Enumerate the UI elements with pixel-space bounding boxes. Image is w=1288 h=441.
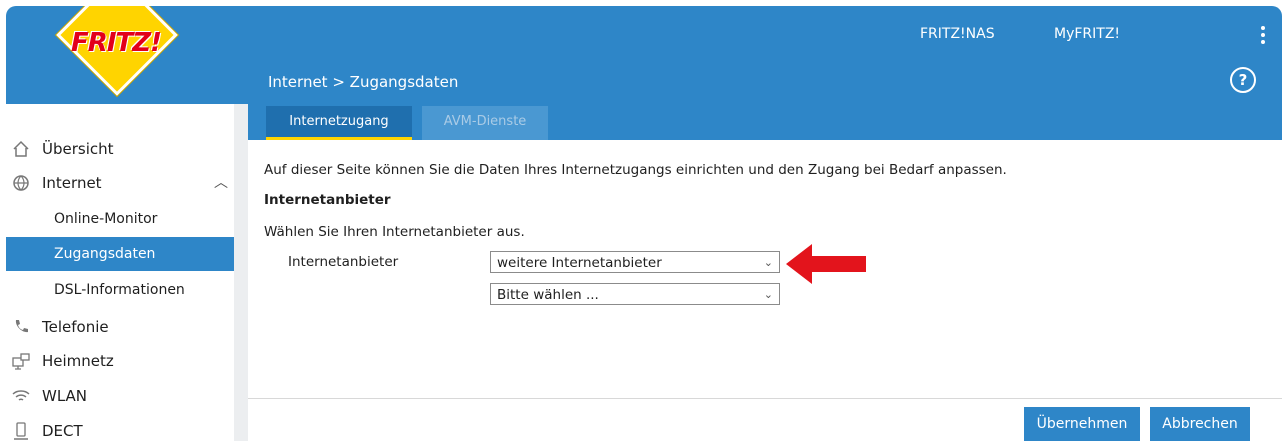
tab-avm-dienste[interactable]: AVM-Dienste [422,106,548,140]
sidebar-item-online-monitor[interactable]: Online-Monitor [6,202,234,236]
sidebar-item-label: Telefonie [42,318,109,336]
help-icon[interactable]: ? [1230,67,1256,93]
phone-icon [15,320,28,333]
divider [248,398,1282,399]
sidebar-item-label: Zugangsdaten [54,246,156,262]
section-title: Internetanbieter [264,192,391,208]
globe-icon [13,175,29,191]
dect-phone-icon [14,422,28,440]
more-menu-icon[interactable] [1260,26,1266,44]
sidebar-item-label: Übersicht [42,140,114,158]
home-icon [13,140,29,157]
tab-internetzugang[interactable]: Internetzugang [266,106,412,140]
content-header: Internet > Zugangsdaten ? Internetzugang… [248,58,1282,140]
chevron-down-icon: ⌄ [763,256,773,269]
network-icon [12,353,30,370]
sidebar-item-label: Heimnetz [42,352,114,370]
red-arrow-icon [786,244,866,284]
sidebar-item-label: DECT [42,422,83,440]
apply-button[interactable]: Übernehmen [1024,407,1140,441]
sub-provider-select[interactable]: Bitte wählen ... ⌄ [490,283,780,305]
sidebar-item-heimnetz[interactable]: Heimnetz [6,344,234,378]
provider-label: Internetanbieter [288,254,399,270]
sidebar-item-telefonie[interactable]: Telefonie [6,310,234,344]
chevron-up-icon[interactable]: ︿ [214,166,228,200]
sidebar-item-uebersicht[interactable]: Übersicht [6,132,234,166]
app-window: FRITZ! FRITZ!NAS MyFRITZ! Internet > Zug… [6,6,1282,441]
sidebar-item-dsl-informationen[interactable]: DSL-Informationen [6,273,234,307]
sidebar-item-label: Online-Monitor [54,211,158,227]
breadcrumb: Internet > Zugangsdaten [268,73,459,91]
sidebar-item-label: DSL-Informationen [54,282,185,298]
provider-select[interactable]: weitere Internetanbieter ⌄ [490,251,780,273]
logo-text: FRITZ! [71,28,162,58]
myfritz-link[interactable]: MyFRITZ! [1054,26,1120,42]
chevron-down-icon: ⌄ [763,288,773,301]
fritznas-link[interactable]: FRITZ!NAS [920,26,995,42]
sidebar-item-wlan[interactable]: WLAN [6,379,234,413]
sidebar: Übersicht Internet ︿ Online-Monitor Zuga… [6,104,234,441]
sidebar-item-dect[interactable]: DECT [6,414,234,441]
sidebar-item-label: WLAN [42,387,88,405]
main-panel: Auf dieser Seite können Sie die Daten Ih… [248,140,1282,441]
sidebar-item-internet[interactable]: Internet ︿ [6,166,234,200]
wifi-icon [12,390,30,401]
instruction-text: Wählen Sie Ihren Internetanbieter aus. [264,224,525,240]
sidebar-item-label: Internet [42,174,102,192]
intro-text: Auf dieser Seite können Sie die Daten Ih… [264,162,1007,178]
sidebar-item-zugangsdaten[interactable]: Zugangsdaten [6,237,234,271]
cancel-button[interactable]: Abbrechen [1150,407,1250,441]
sub-provider-select-value: Bitte wählen ... [497,287,599,303]
provider-select-value: weitere Internetanbieter [497,255,662,271]
logo[interactable]: FRITZ! [6,6,234,104]
